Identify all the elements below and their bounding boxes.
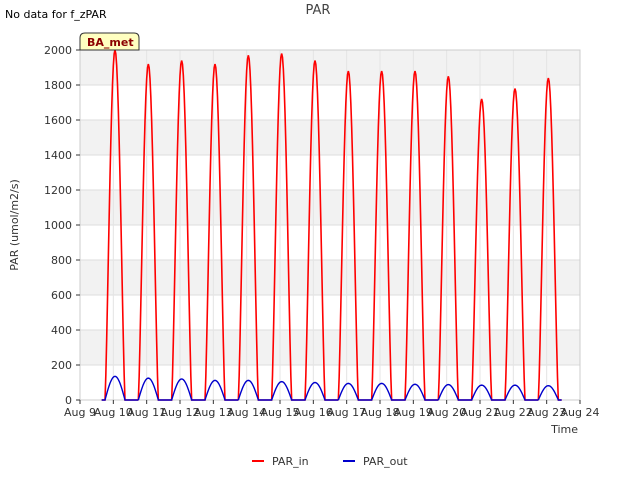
badge-label: BA_met	[87, 36, 134, 49]
grid-band	[80, 330, 580, 365]
y-tick-label: 1800	[44, 79, 72, 92]
x-tick-label: Aug 24	[561, 406, 600, 419]
series-line-par-out	[101, 375, 562, 401]
y-tick-label: 400	[51, 324, 72, 337]
ba-met-badge: BA_met	[79, 32, 140, 51]
y-axis-ticks: 0200400600800100012001400160018002000	[44, 44, 80, 407]
legend: PAR_in PAR_out	[252, 455, 408, 468]
par-chart: PAR 020040060080010001200140016001800200…	[8, 3, 599, 468]
x-tick-label: Aug 9	[64, 406, 96, 419]
y-tick-label: 1000	[44, 219, 72, 232]
y-tick-label: 200	[51, 359, 72, 372]
y-tick-label: 1400	[44, 149, 72, 162]
y-axis-label: PAR (umol/m2/s)	[8, 179, 21, 271]
background-bands	[80, 50, 580, 365]
y-tick-label: 600	[51, 289, 72, 302]
y-tick-label: 800	[51, 254, 72, 267]
grid-band	[80, 120, 580, 155]
grid-band	[80, 50, 580, 85]
grid-band	[80, 190, 580, 225]
x-axis-ticks: Aug 9Aug 10Aug 11Aug 12Aug 13Aug 14Aug 1…	[64, 400, 599, 419]
x-axis-label: Time	[550, 423, 578, 436]
y-tick-label: 1200	[44, 184, 72, 197]
y-tick-label: 1600	[44, 114, 72, 127]
y-tick-label: 2000	[44, 44, 72, 57]
legend-label: PAR_out	[363, 455, 408, 468]
legend-label: PAR_in	[272, 455, 309, 468]
chart-title: PAR	[306, 3, 331, 18]
